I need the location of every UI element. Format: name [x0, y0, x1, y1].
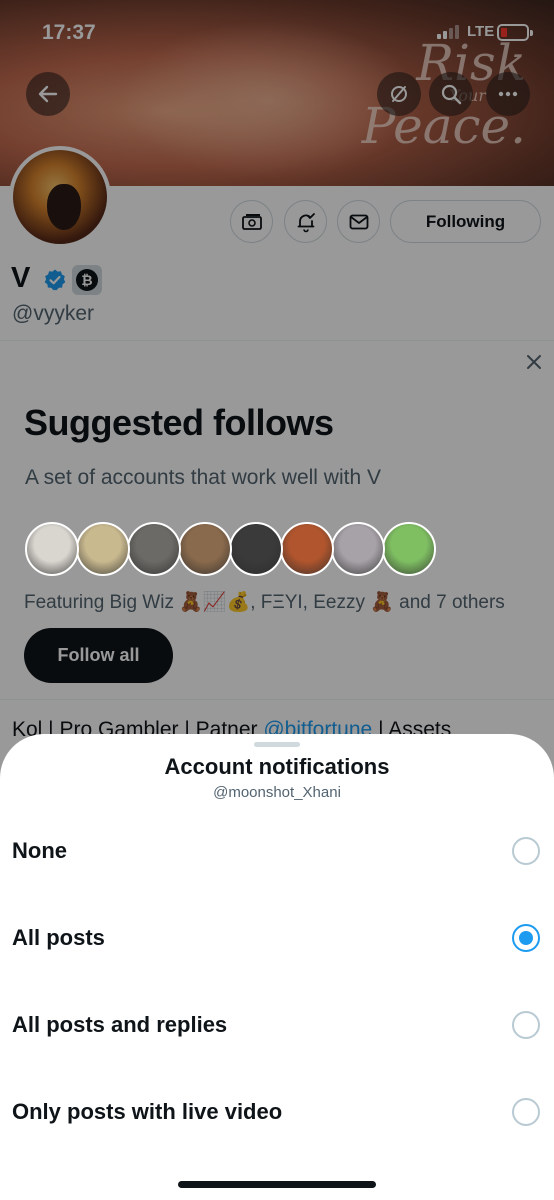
option-label: All posts: [12, 924, 105, 950]
suggested-avatar[interactable]: [229, 522, 283, 576]
radio-live-video[interactable]: [512, 1097, 540, 1126]
option-label: All posts and replies: [12, 1011, 228, 1037]
suggested-avatar[interactable]: [178, 522, 232, 576]
radio-all-posts[interactable]: [512, 923, 540, 952]
sheet-title: Account notifications: [164, 754, 390, 779]
radio-none[interactable]: [512, 836, 540, 865]
notifications-sheet: Account notifications @moonshot_Xhani No…: [0, 734, 554, 1200]
option-label: None: [12, 837, 67, 863]
option-all-posts[interactable]: All posts: [0, 894, 554, 981]
suggested-avatar[interactable]: [127, 522, 181, 576]
suggested-avatar[interactable]: [382, 522, 436, 576]
radio-all-posts-and-replies[interactable]: [512, 1010, 540, 1039]
suggested-avatar[interactable]: [280, 522, 334, 576]
option-label: Only posts with live video: [12, 1098, 283, 1124]
suggested-avatar[interactable]: [76, 522, 130, 576]
suggested-avatar[interactable]: [331, 522, 385, 576]
option-none[interactable]: None: [0, 807, 554, 894]
option-live-video[interactable]: Only posts with live video: [0, 1068, 554, 1155]
sheet-subtitle: @moonshot_Xhani: [213, 784, 341, 801]
sheet-grabber[interactable]: [254, 742, 300, 747]
option-all-posts-and-replies[interactable]: All posts and replies: [0, 981, 554, 1068]
suggested-avatar[interactable]: [25, 522, 79, 576]
home-indicator[interactable]: [178, 1181, 376, 1188]
